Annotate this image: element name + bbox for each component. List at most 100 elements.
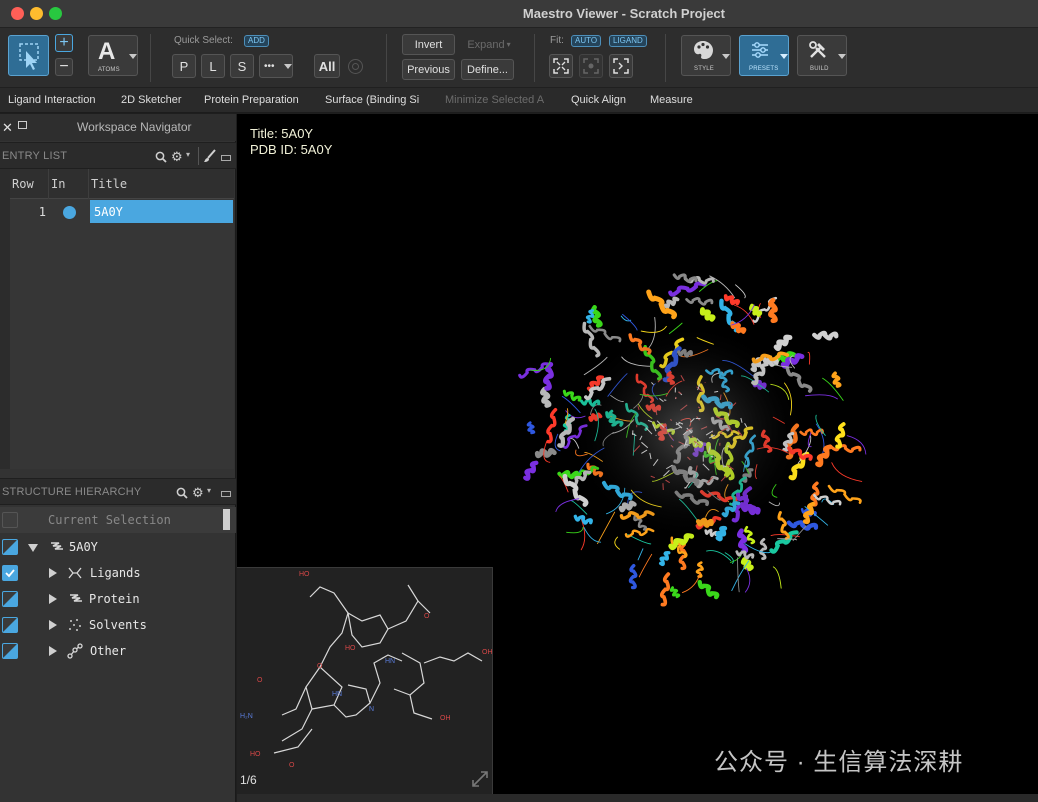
menu-quick-align[interactable]: Quick Align xyxy=(571,94,626,106)
chevron-down-icon[interactable]: ▾ xyxy=(207,486,211,495)
atom-label-oxygen: O xyxy=(317,663,323,670)
helix-segment xyxy=(773,334,793,351)
minimize-section-icon[interactable] xyxy=(221,491,231,497)
build-button[interactable]: BUILD xyxy=(797,35,847,76)
helix-segment xyxy=(813,493,842,506)
fit-selection-button[interactable] xyxy=(579,54,603,78)
chevron-down-icon[interactable]: ▾ xyxy=(186,150,190,159)
quick-select-ligand-button[interactable]: L xyxy=(201,54,225,78)
column-header-in[interactable]: In xyxy=(49,169,89,199)
invert-selection-button[interactable]: Invert xyxy=(402,34,455,55)
atom-label-oxygen: OH xyxy=(440,715,451,722)
hierarchy-root-row[interactable]: 5A0Y xyxy=(0,534,236,560)
helix-segment xyxy=(768,297,778,324)
coil-segment xyxy=(737,557,740,593)
hierarchy-item-label: Protein xyxy=(89,592,140,606)
column-header-title[interactable]: Title xyxy=(89,169,234,199)
helix-segment xyxy=(697,579,720,600)
menu-protein-preparation[interactable]: Protein Preparation xyxy=(204,94,299,106)
gear-icon[interactable]: ⚙ xyxy=(171,149,183,165)
helix-segment xyxy=(834,422,846,449)
close-icon[interactable]: ✕ xyxy=(2,120,13,136)
entry-title-cell[interactable]: 5A0Y xyxy=(90,200,233,223)
in-workspace-toggle[interactable] xyxy=(63,206,76,219)
expand-triangle-icon[interactable] xyxy=(49,568,57,578)
previous-selection-button[interactable]: Previous xyxy=(402,59,455,80)
define-selection-button[interactable]: Define... xyxy=(461,59,514,80)
current-selection-row[interactable]: Current Selection xyxy=(0,507,236,533)
current-selection-checkbox[interactable] xyxy=(2,512,18,528)
coil-segment xyxy=(735,284,746,299)
menu-surface[interactable]: Surface (Binding Si xyxy=(325,94,419,106)
search-icon[interactable] xyxy=(176,487,188,499)
atoms-pick-button[interactable]: A ATOMS xyxy=(88,35,138,76)
ligand-icon xyxy=(68,567,82,579)
quick-select-more-button[interactable]: ••• xyxy=(259,54,293,78)
menu-measure[interactable]: Measure xyxy=(650,94,693,106)
quick-select-protein-button[interactable]: P xyxy=(172,54,196,78)
select-tool-button[interactable] xyxy=(8,35,49,76)
visibility-checkbox[interactable] xyxy=(2,565,18,581)
hierarchy-item-protein[interactable]: Protein xyxy=(0,586,236,612)
search-icon[interactable] xyxy=(155,151,167,163)
hierarchy-item-ligands[interactable]: Ligands xyxy=(0,560,236,586)
quick-select-solvent-button[interactable]: S xyxy=(230,54,254,78)
presets-button[interactable]: PRESETS xyxy=(739,35,789,76)
visibility-checkbox[interactable] xyxy=(2,617,18,633)
header-divider xyxy=(198,147,199,165)
visibility-checkbox[interactable] xyxy=(2,539,18,555)
table-row[interactable]: 1 5A0Y xyxy=(10,200,234,224)
coil-segment xyxy=(805,394,838,400)
visibility-checkbox[interactable] xyxy=(2,643,18,659)
helix-segment xyxy=(526,421,536,435)
fit-all-button[interactable] xyxy=(549,54,573,78)
chevron-down-icon xyxy=(838,54,846,59)
fit-selection-icon xyxy=(583,58,599,74)
hierarchy-item-solvents[interactable]: Solvents xyxy=(0,612,236,638)
hierarchy-item-other[interactable]: Other xyxy=(0,638,236,664)
style-button[interactable]: STYLE xyxy=(681,35,731,76)
expand-triangle-icon[interactable] xyxy=(28,544,38,552)
subtract-selection-icon[interactable]: − xyxy=(55,58,73,76)
add-selection-icon[interactable]: + xyxy=(55,34,73,52)
helix-segment xyxy=(699,307,716,322)
menu-minimize-selected[interactable]: Minimize Selected A xyxy=(445,94,544,106)
atom-label-nitrogen: HN xyxy=(332,691,342,698)
atoms-icon: A xyxy=(98,38,116,65)
expand-triangle-icon[interactable] xyxy=(49,646,57,656)
coil-segment xyxy=(614,536,621,550)
expand-selection-button[interactable]: Expand ▾ xyxy=(461,34,517,55)
entry-list-title: ENTRY LIST xyxy=(2,150,68,162)
sliders-icon xyxy=(752,42,768,58)
add-mode-pill[interactable]: ADD xyxy=(244,35,269,47)
viewport-status-strip xyxy=(237,794,1038,802)
menu-ligand-interaction[interactable]: Ligand Interaction xyxy=(8,94,95,106)
menu-2d-sketcher[interactable]: 2D Sketcher xyxy=(121,94,182,106)
helix-segment xyxy=(815,444,833,468)
fit-auto-pill[interactable]: AUTO xyxy=(571,35,602,47)
atom-label-oxygen: HO xyxy=(299,571,310,578)
target-icon[interactable] xyxy=(348,59,363,74)
scrollbar-thumb[interactable] xyxy=(223,509,230,530)
toolbar-divider xyxy=(150,34,151,82)
expand-triangle-icon[interactable] xyxy=(49,620,57,630)
fit-ligand-button[interactable] xyxy=(609,54,633,78)
visibility-checkbox[interactable] xyxy=(2,591,18,607)
molecule-node-icon xyxy=(67,643,83,659)
brush-icon[interactable] xyxy=(203,149,217,163)
undock-icon[interactable] xyxy=(18,121,27,129)
main-toolbar: + − A ATOMS Quick Select: ADD P L S ••• … xyxy=(0,28,1038,88)
helix-segment xyxy=(769,530,799,554)
expand-triangle-icon[interactable] xyxy=(49,594,57,604)
toolbar-divider xyxy=(665,34,666,82)
column-header-row[interactable]: Row xyxy=(10,169,49,199)
current-selection-label: Current Selection xyxy=(48,513,171,527)
select-all-button[interactable]: All xyxy=(314,54,340,78)
ligand-2d-sketch-panel[interactable]: HO O HO HN O HN N OH O H₂N OH HO O 1/6 xyxy=(237,567,493,794)
gear-icon[interactable]: ⚙ xyxy=(192,485,204,501)
minimize-section-icon[interactable] xyxy=(221,155,231,161)
helix-segment xyxy=(628,563,638,590)
protein-ribbon-icon xyxy=(70,594,82,602)
expand-diagonal-icon[interactable] xyxy=(471,770,489,788)
fit-ligand-pill[interactable]: LIGAND xyxy=(609,35,647,47)
